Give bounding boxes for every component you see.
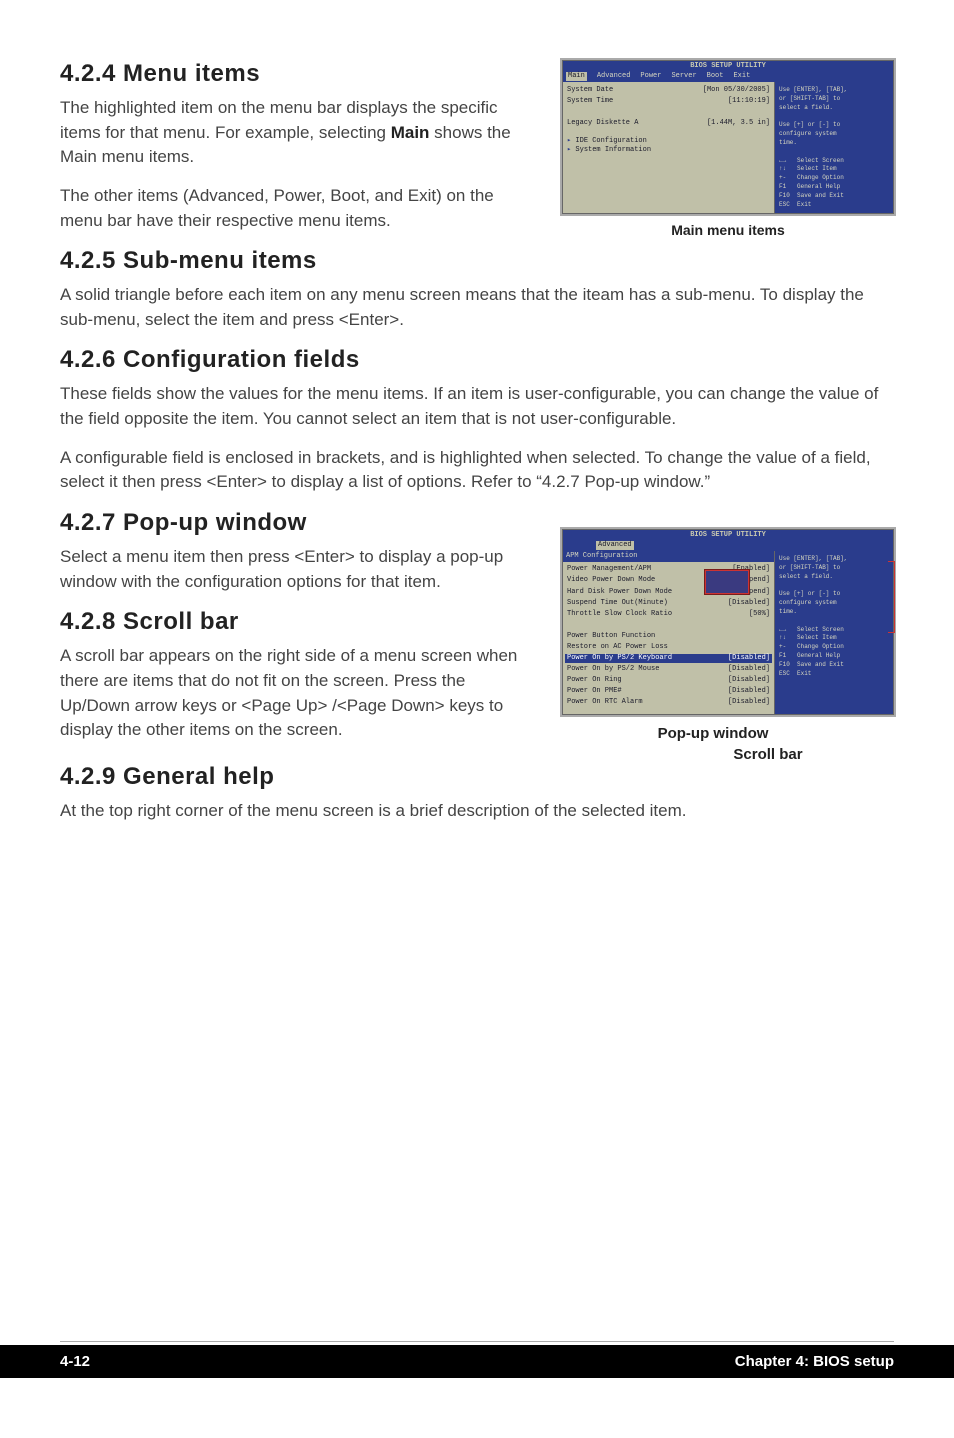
bios-screenshot-main: BIOS SETUP UTILITY Main Advanced Power S… <box>562 60 894 214</box>
label-popup-window: Pop-up window <box>532 725 894 742</box>
heading-4-2-8: 4.2.8 Scroll bar <box>60 608 538 636</box>
bios-menubar: Advanced <box>563 541 893 551</box>
para-4-2-6-2: A configurable field is enclosed in brac… <box>60 446 894 495</box>
scroll-bar-indicator <box>888 561 895 633</box>
bios-help-panel: Use [ENTER], [TAB], or [SHIFT-TAB] to se… <box>775 82 893 213</box>
field-value: [Disabled] <box>728 599 770 608</box>
para-4-2-8: A scroll bar appears on the right side o… <box>60 644 538 743</box>
popup-window-box <box>704 569 750 595</box>
help-line: time. <box>779 139 889 147</box>
help-line: +- Change Option <box>779 643 889 651</box>
field-label: Power Management/APM <box>567 565 651 574</box>
emphasis-main: Main <box>391 123 430 142</box>
help-line: ESC Exit <box>779 201 889 209</box>
bios-screenshot-popup: BIOS SETUP UTILITY Advanced APM Configur… <box>562 529 894 715</box>
para-4-2-5: A solid triangle before each item on any… <box>60 283 894 332</box>
field-value: [Disabled] <box>728 676 770 685</box>
help-line: Use [ENTER], [TAB], <box>779 86 889 94</box>
bios-help-panel: Use [ENTER], [TAB], or [SHIFT-TAB] to se… <box>775 551 893 713</box>
bios-tab-advanced: Advanced <box>596 541 634 550</box>
field-value: [Disabled] <box>728 687 770 696</box>
help-line: select a field. <box>779 573 889 581</box>
help-line: ESC Exit <box>779 670 889 678</box>
bios-menubar: Main Advanced Power Server Boot Exit <box>563 72 893 82</box>
help-line: Use [ENTER], [TAB], <box>779 555 889 563</box>
help-line: ↑↓ Select Item <box>779 634 889 642</box>
heading-4-2-9: 4.2.9 General help <box>60 763 894 791</box>
label-scroll-bar: Scroll bar <box>642 746 894 763</box>
page-number: 4-12 <box>60 1353 90 1370</box>
field-value: [Disabled] <box>728 654 770 663</box>
field-value: [1.44M, 3.5 in] <box>707 119 770 128</box>
help-line: configure system <box>779 130 889 138</box>
field-label: Power Button Function <box>567 632 655 641</box>
bios-title: BIOS SETUP UTILITY <box>563 61 893 72</box>
help-line: select a field. <box>779 104 889 112</box>
field-label: Power On PME# <box>567 687 622 696</box>
help-line: configure system <box>779 599 889 607</box>
field-value: [Disabled] <box>728 698 770 707</box>
heading-4-2-5: 4.2.5 Sub-menu items <box>60 247 894 275</box>
field-label: Hard Disk Power Down Mode <box>567 588 672 597</box>
bios-title: BIOS SETUP UTILITY <box>563 530 893 541</box>
help-line: or [SHIFT-TAB] to <box>779 95 889 103</box>
field-label: System Date <box>567 86 613 95</box>
help-line: F10 Save and Exit <box>779 192 889 200</box>
para-4-2-7: Select a menu item then press <Enter> to… <box>60 545 538 594</box>
field-label: Power On RTC Alarm <box>567 698 643 707</box>
field-value: [Disabled] <box>728 665 770 674</box>
field-value: [11:10:19] <box>728 97 770 106</box>
field-label: Video Power Down Mode <box>567 576 655 585</box>
bios-left-panel: APM Configuration Power Management/APM[E… <box>563 551 775 713</box>
bios-tab-main: Main <box>566 72 587 81</box>
field-label: System Time <box>567 97 613 106</box>
heading-4-2-7: 4.2.7 Pop-up window <box>60 509 538 537</box>
help-line: ←→ Select Screen <box>779 157 889 165</box>
submenu-item: IDE Configuration <box>567 137 770 146</box>
para-4-2-6-1: These fields show the values for the men… <box>60 382 894 431</box>
heading-4-2-4: 4.2.4 Menu items <box>60 60 538 88</box>
field-value: [Mon 05/30/2005] <box>703 86 770 95</box>
help-line: F10 Save and Exit <box>779 661 889 669</box>
para-4-2-4-2: The other items (Advanced, Power, Boot, … <box>60 184 538 233</box>
field-label: Power On by PS/2 Mouse <box>567 665 659 674</box>
bios-tab-exit: Exit <box>733 72 750 81</box>
submenu-item: System Information <box>567 146 770 155</box>
field-label: Restore on AC Power Loss <box>567 643 668 652</box>
heading-4-2-6: 4.2.6 Configuration fields <box>60 346 894 374</box>
help-line: F1 General Help <box>779 652 889 660</box>
bios-tab-advanced: Advanced <box>597 72 631 81</box>
bios-tab-boot: Boot <box>707 72 724 81</box>
chapter-title: Chapter 4: BIOS setup <box>735 1353 894 1370</box>
help-line: Use [+] or [-] to <box>779 590 889 598</box>
page-footer: 4-12 Chapter 4: BIOS setup <box>0 1345 954 1378</box>
help-line: Use [+] or [-] to <box>779 121 889 129</box>
help-line: F1 General Help <box>779 183 889 191</box>
highlighted-row: Power On by PS/2 Keyboard [Disabled] <box>565 654 772 663</box>
help-line: time. <box>779 608 889 616</box>
para-4-2-9: At the top right corner of the menu scre… <box>60 799 894 824</box>
field-value: [50%] <box>749 610 770 619</box>
field-label: Power On Ring <box>567 676 622 685</box>
caption-main-menu-items: Main menu items <box>562 222 894 238</box>
footer-rule <box>60 1341 894 1342</box>
field-label: Throttle Slow Clock Ratio <box>567 610 672 619</box>
help-line: or [SHIFT-TAB] to <box>779 564 889 572</box>
help-line: ↑↓ Select Item <box>779 165 889 173</box>
bios-left-panel: System Date [Mon 05/30/2005] System Time [… <box>563 82 775 213</box>
para-4-2-4-1: The highlighted item on the menu bar dis… <box>60 96 538 170</box>
field-label: Legacy Diskette A <box>567 119 638 128</box>
bios-tab-server: Server <box>671 72 696 81</box>
apm-config-title: APM Configuration <box>563 551 774 562</box>
help-line: +- Change Option <box>779 174 889 182</box>
help-line: ←→ Select Screen <box>779 626 889 634</box>
bios-tab-power: Power <box>640 72 661 81</box>
field-label: Suspend Time Out(Minute) <box>567 599 668 608</box>
field-label: Power On by PS/2 Keyboard <box>567 654 672 663</box>
